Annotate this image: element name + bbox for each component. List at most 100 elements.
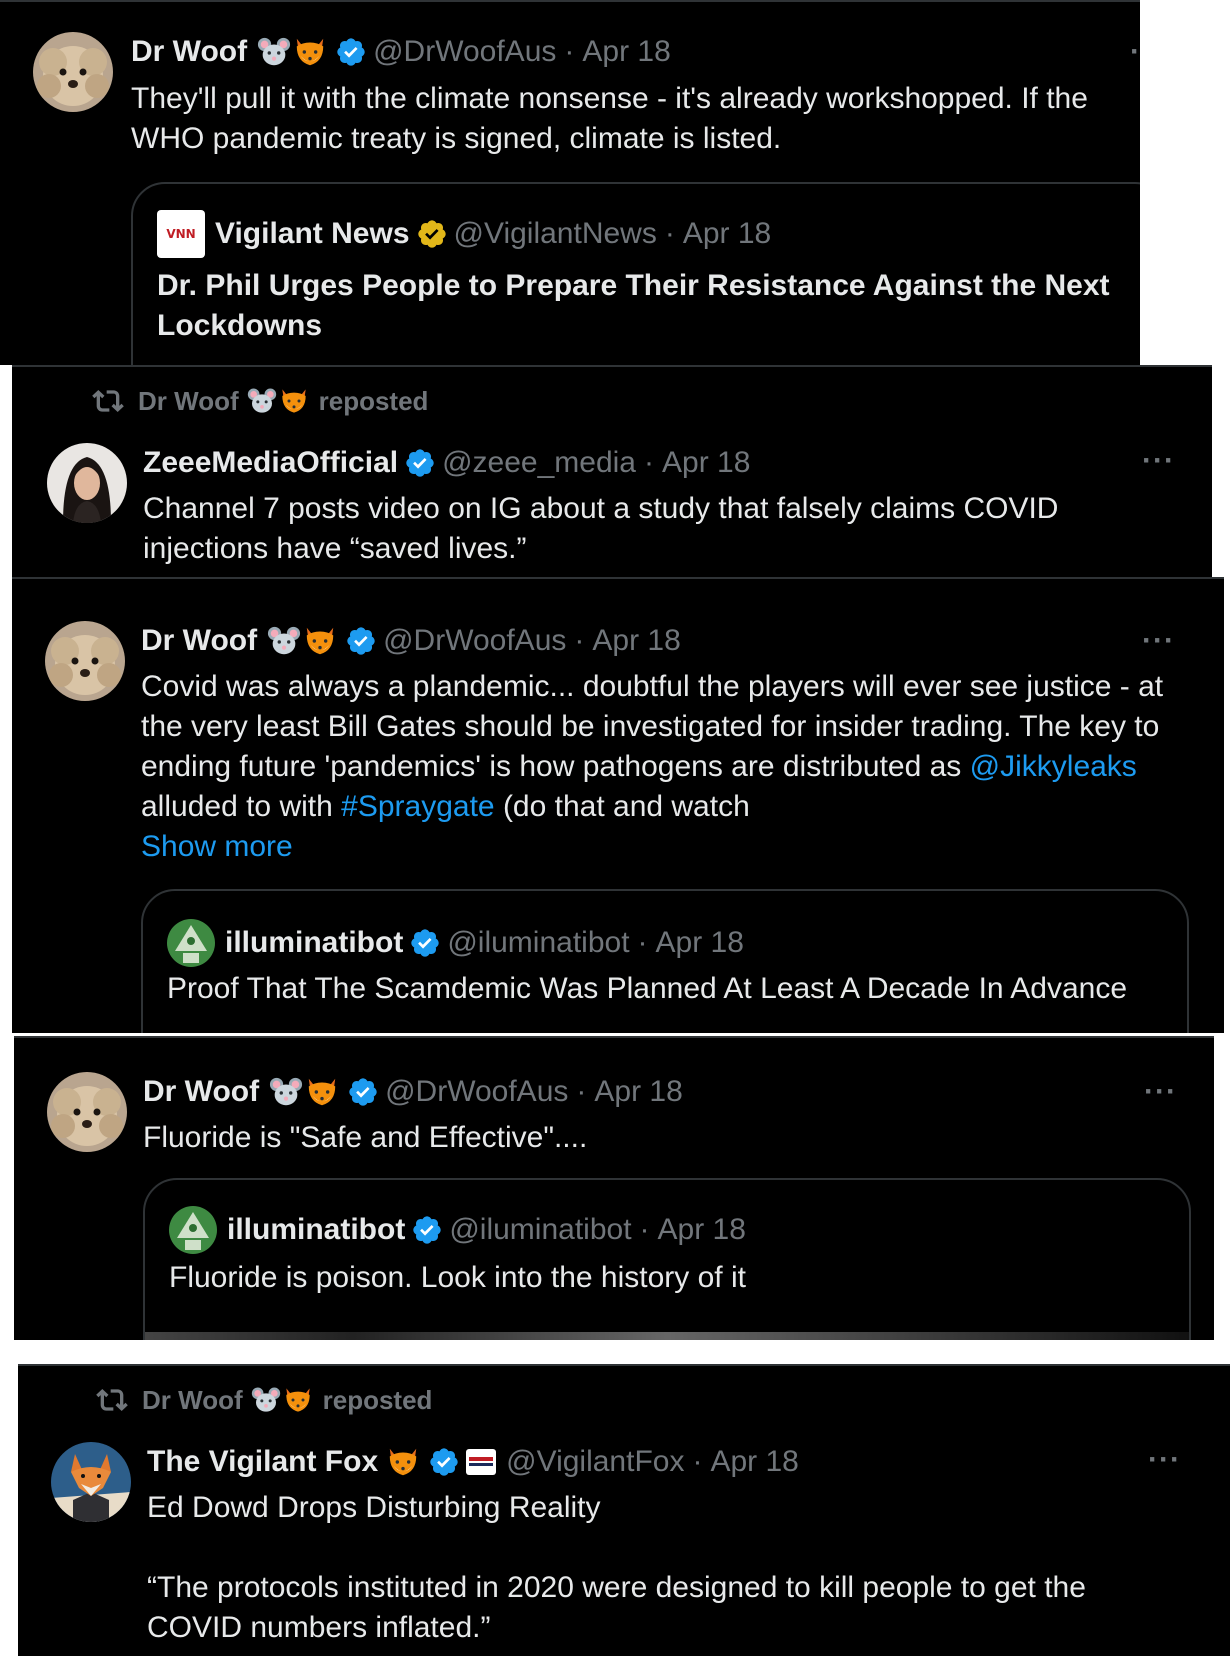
tweet-vigilant-fox-repost[interactable]: Dr Woof reposted The Vigilant Fox @Vigil… xyxy=(18,1364,1230,1656)
tweet-header: Dr Woof @DrWoofAus · Apr 18 xyxy=(143,1074,683,1110)
mouse-emoji-icon xyxy=(269,1075,303,1109)
tweet-header: Dr Woof @DrWoofAus · Apr 18 xyxy=(131,34,671,70)
tweet-header: The Vigilant Fox @VigilantFox · Apr 18 xyxy=(147,1444,799,1480)
tweet-dr-woof-climate[interactable]: Dr Woof @DrWoofAus · Apr 18 ··· They'll … xyxy=(0,0,1140,365)
author-name[interactable]: Dr Woof xyxy=(143,1074,259,1110)
quote-date: Apr 18 xyxy=(682,217,772,250)
quote-title: Dr. Phil Urges People to Prepare Their R… xyxy=(157,269,1110,342)
mention-link[interactable]: @Jikkyleaks xyxy=(970,750,1137,783)
mouse-emoji-icon xyxy=(251,1385,281,1415)
tweet-date[interactable]: Apr 18 xyxy=(710,1444,798,1480)
quote-text: Fluoride is poison. Look into the histor… xyxy=(169,1261,746,1294)
quote-author-name: Vigilant News xyxy=(215,217,410,250)
author-handle[interactable]: @DrWoofAus xyxy=(373,34,556,70)
fox-avatar-icon xyxy=(51,1442,131,1522)
repost-user[interactable]: Dr Woof xyxy=(138,386,239,417)
quote-date: Apr 18 xyxy=(655,926,744,959)
show-more-link[interactable]: Show more xyxy=(141,830,293,863)
fox-emoji-icon xyxy=(303,624,337,658)
hashtag-link[interactable]: #Spraygate xyxy=(341,790,494,823)
repost-indicator: Dr Woof reposted xyxy=(92,385,428,417)
tweet-header: Dr Woof @DrWoofAus · Apr 18 xyxy=(141,623,681,659)
illuminatibot-avatar xyxy=(169,1206,217,1254)
quote-author-name: illuminatibot xyxy=(227,1213,406,1246)
tweet-text: Covid was always a plandemic... doubtful… xyxy=(141,667,1181,867)
vnn-logo-text: VNN xyxy=(166,227,196,241)
illuminatibot-avatar xyxy=(167,919,215,967)
more-options-icon[interactable]: ··· xyxy=(1144,1077,1177,1107)
author-handle[interactable]: @DrWoofAus xyxy=(385,1074,568,1110)
tweet-text: Channel 7 posts video on IG about a stud… xyxy=(143,492,1059,565)
avatar[interactable] xyxy=(47,443,127,523)
author-name[interactable]: ZeeeMediaOfficial xyxy=(143,445,398,481)
repost-icon xyxy=(96,1384,128,1416)
avatar[interactable] xyxy=(47,1072,127,1152)
more-options-icon[interactable]: ··· xyxy=(1142,446,1175,476)
more-options-icon[interactable]: ··· xyxy=(1130,37,1140,67)
author-name[interactable]: The Vigilant Fox xyxy=(147,1444,378,1480)
quote-date: Apr 18 xyxy=(657,1213,746,1246)
quote-author-handle: @iluminatibot xyxy=(449,1213,632,1246)
avatar[interactable] xyxy=(45,621,125,701)
verified-badge-icon[interactable] xyxy=(335,36,367,68)
tweet-text-line1: Ed Dowd Drops Disturbing Reality xyxy=(147,1491,601,1524)
separator-dot: · xyxy=(637,926,648,959)
tweet-date[interactable]: Apr 18 xyxy=(594,1074,682,1110)
vigilant-news-logo: VNN xyxy=(157,210,205,258)
quote-author-name: illuminatibot xyxy=(225,926,404,959)
separator-dot: · xyxy=(644,446,654,479)
repost-label: reposted xyxy=(322,1384,433,1415)
verified-badge-icon xyxy=(409,927,441,959)
mouse-emoji-icon xyxy=(267,624,301,658)
quote-media-preview[interactable] xyxy=(145,1332,1189,1340)
more-options-icon[interactable]: ··· xyxy=(1142,626,1175,656)
fox-emoji-icon xyxy=(386,1445,420,1479)
illuminati-logo-icon xyxy=(169,1206,217,1254)
repost-user[interactable]: Dr Woof xyxy=(142,1385,243,1416)
quoted-tweet[interactable]: illuminatibot @iluminatibot · Apr 18 Flu… xyxy=(143,1178,1191,1340)
avatar[interactable] xyxy=(51,1442,131,1522)
woman-avatar-icon xyxy=(47,443,127,523)
separator-dot: · xyxy=(574,624,585,657)
repost-icon xyxy=(92,385,124,417)
tweet-header: ZeeeMediaOfficial @zeee_media · Apr 18 xyxy=(143,445,750,481)
tweet-date[interactable]: Apr 18 xyxy=(592,623,680,659)
quote-text: Proof That The Scamdemic Was Planned At … xyxy=(167,972,1128,1005)
author-name[interactable]: Dr Woof xyxy=(141,623,257,659)
affiliate-badge-icon[interactable] xyxy=(466,1449,497,1475)
quote-author-handle: @VigilantNews xyxy=(453,217,657,250)
avatar[interactable] xyxy=(33,32,113,112)
author-handle[interactable]: @DrWoofAus xyxy=(383,623,566,659)
tweet-zeee-media-repost[interactable]: Dr Woof reposted ZeeeMediaOfficial @zeee… xyxy=(12,365,1212,577)
tweet-text: Fluoride is "Safe and Effective".... xyxy=(143,1121,588,1154)
tweet-date[interactable]: Apr 18 xyxy=(662,445,750,481)
quote-header: VNN Vigilant News @VigilantNews · Apr 18 xyxy=(157,210,771,258)
tweet-text: They'll pull it with the climate nonsens… xyxy=(131,82,1088,155)
more-options-icon[interactable]: ··· xyxy=(1148,1445,1181,1475)
quote-header: illuminatibot @iluminatibot · Apr 18 xyxy=(169,1206,746,1254)
repost-label: reposted xyxy=(318,385,429,416)
mouse-emoji-icon xyxy=(247,386,277,416)
dog-avatar-icon xyxy=(33,32,113,112)
quote-header: illuminatibot @iluminatibot · Apr 18 xyxy=(167,919,744,967)
separator-dot: · xyxy=(664,217,675,250)
tweet-dr-woof-plandemic[interactable]: Dr Woof @DrWoofAus · Apr 18 ··· Covid wa… xyxy=(12,577,1224,1033)
verified-gold-badge-icon xyxy=(416,218,448,250)
tweet-text-line2: “The protocols instituted in 2020 were d… xyxy=(147,1571,1086,1644)
tweet-text-part: alluded to with xyxy=(141,790,333,823)
verified-badge-icon[interactable] xyxy=(428,1446,460,1478)
dog-avatar-icon xyxy=(47,1072,127,1152)
separator-dot: · xyxy=(576,1075,587,1108)
quoted-tweet[interactable]: VNN Vigilant News @VigilantNews · Apr 18… xyxy=(131,182,1140,365)
author-handle[interactable]: @zeee_media xyxy=(442,445,636,481)
quote-author-handle: @iluminatibot xyxy=(447,926,630,959)
verified-badge-icon xyxy=(411,1214,443,1246)
author-name[interactable]: Dr Woof xyxy=(131,34,247,70)
author-handle[interactable]: @VigilantFox xyxy=(506,1444,684,1480)
quoted-tweet[interactable]: illuminatibot @iluminatibot · Apr 18 Pro… xyxy=(141,889,1189,1033)
verified-badge-icon[interactable] xyxy=(345,625,377,657)
verified-badge-icon[interactable] xyxy=(347,1076,379,1108)
verified-badge-icon[interactable] xyxy=(404,447,436,479)
tweet-dr-woof-fluoride[interactable]: Dr Woof @DrWoofAus · Apr 18 ··· Fluoride… xyxy=(14,1036,1214,1340)
tweet-date[interactable]: Apr 18 xyxy=(582,34,670,70)
